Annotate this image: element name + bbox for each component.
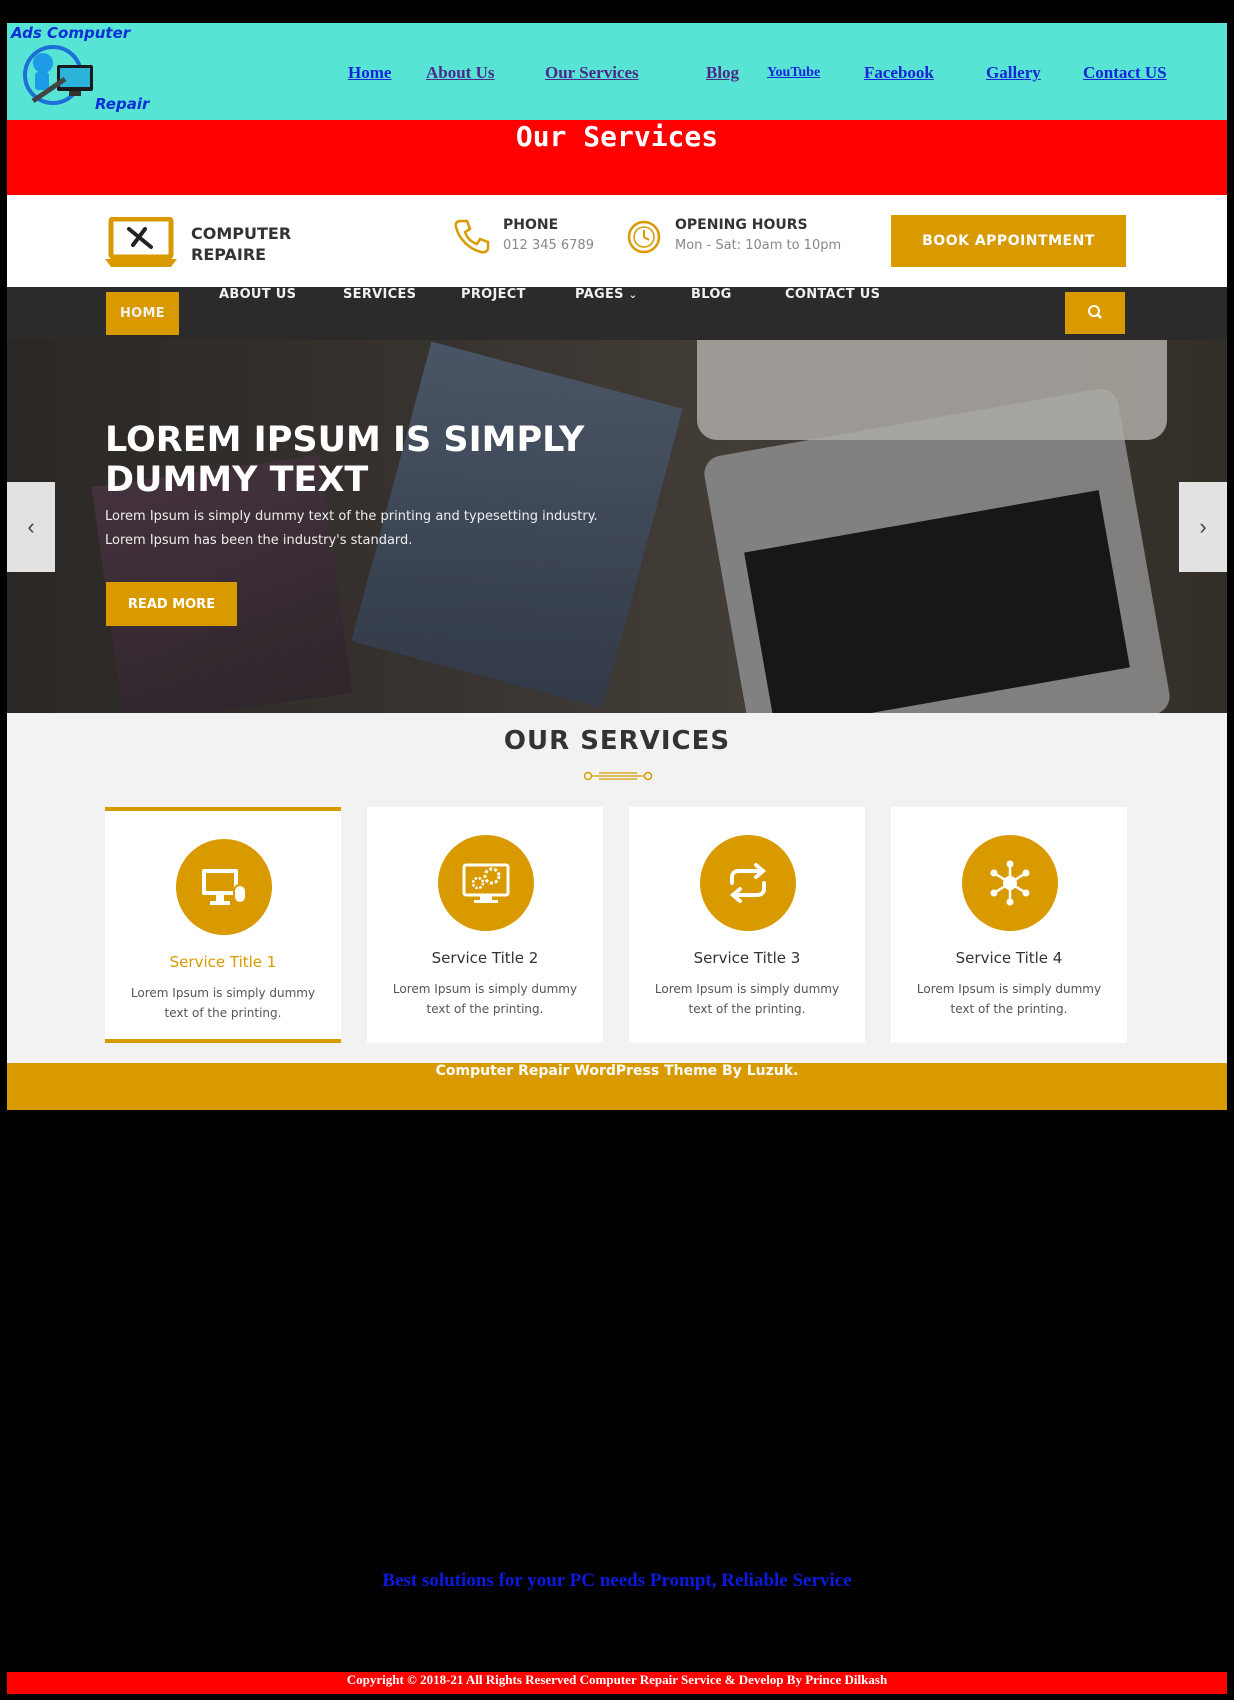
theme-brand: COMPUTER REPAIRE	[105, 216, 291, 273]
computer-repair-logo-icon	[23, 45, 93, 105]
slider-prev-button: ‹	[7, 482, 55, 572]
service-desc: Lorem Ipsum is simply dummy text of the …	[916, 982, 1102, 1016]
service-card-3: Service Title 3 Lorem Ipsum is simply du…	[629, 807, 865, 1043]
theme-footer-credit: Computer Repair WordPress Theme By Luzuk…	[7, 1063, 1227, 1110]
services-heading: OUR SERVICES	[503, 726, 731, 756]
service-card-4: Service Title 4 Lorem Ipsum is simply du…	[891, 807, 1127, 1043]
nav-facebook-link[interactable]: Facebook	[864, 63, 934, 83]
brand-line2: REPAIRE	[191, 245, 267, 264]
menu-blog: BLOG	[691, 287, 732, 302]
nav-contact-link[interactable]: Contact US	[1083, 63, 1167, 83]
search-icon	[1088, 305, 1102, 319]
menu-home: HOME	[106, 292, 179, 335]
service-icon-circle	[700, 835, 796, 931]
chevron-right-icon: ›	[1199, 514, 1207, 539]
hero-title: LOREM IPSUM IS SIMPLY DUMMY TEXT	[105, 420, 585, 500]
service-desc: Lorem Ipsum is simply dummy text of the …	[654, 982, 840, 1016]
network-nodes-icon	[990, 860, 1030, 906]
site-header: Ads Computer Repair Home About Us Our Se…	[7, 23, 1227, 120]
brand-line1: COMPUTER	[191, 224, 292, 243]
menu-services: SERVICES	[343, 287, 417, 302]
menu-pages-label: PAGES	[575, 287, 624, 302]
phone-title: PHONE	[503, 217, 559, 233]
phone-number: 012 345 6789	[503, 238, 594, 253]
hours-value: Mon - Sat: 10am to 10pm	[675, 238, 842, 253]
service-card-2: Service Title 2 Lorem Ipsum is simply du…	[367, 807, 603, 1043]
theme-preview-image: COMPUTER REPAIRE PHONE 012 345 6789 OPEN…	[7, 195, 1227, 1110]
nav-services-link[interactable]: Our Services	[545, 63, 639, 83]
desktop-mouse-icon	[202, 869, 247, 905]
theme-search-button	[1065, 292, 1125, 334]
clock-icon	[627, 220, 661, 254]
menu-project: PROJECT	[461, 287, 526, 302]
nav-gallery-link[interactable]: Gallery	[986, 63, 1041, 83]
service-icon-circle	[176, 839, 272, 935]
service-title: Service Title 4	[955, 949, 1063, 967]
service-desc: Lorem Ipsum is simply dummy text of the …	[392, 982, 578, 1016]
service-icon-circle	[962, 835, 1058, 931]
page-heading-banner: Our Services	[7, 120, 1227, 195]
theme-main-menu: HOME ABOUT US SERVICES PROJECT PAGES ⌄ B…	[7, 287, 1227, 340]
service-card-1: Service Title 1 Lorem Ipsum is simply du…	[105, 807, 341, 1043]
tagline-text: Best solutions for your PC needs Prompt,…	[382, 1570, 852, 1591]
sync-arrows-icon	[729, 863, 767, 903]
service-desc: Lorem Ipsum is simply dummy text of the …	[130, 986, 316, 1020]
services-section: OUR SERVICES Service Title 1 Lorem Ipsum…	[7, 713, 1227, 1063]
service-title: Service Title 1	[169, 953, 277, 971]
chevron-left-icon: ‹	[27, 514, 35, 539]
service-title: Service Title 3	[693, 949, 801, 967]
site-logo[interactable]: Ads Computer Repair	[9, 23, 149, 120]
service-icon-circle	[438, 835, 534, 931]
hours-title: OPENING HOURS	[675, 217, 808, 233]
monitor-gears-icon	[462, 863, 510, 903]
theme-info-bar: COMPUTER REPAIRE PHONE 012 345 6789 OPEN…	[7, 195, 1227, 287]
phone-icon	[454, 219, 490, 254]
page-title: Our Services	[515, 120, 719, 153]
nav-blog-link[interactable]: Blog	[706, 63, 739, 83]
menu-pages: PAGES ⌄	[575, 287, 637, 340]
logo-text-line2: Repair	[95, 95, 150, 113]
nav-home-link[interactable]: Home	[348, 63, 391, 83]
hero-slider: LOREM IPSUM IS SIMPLY DUMMY TEXT Lorem I…	[7, 340, 1227, 713]
read-more-button: READ MORE	[106, 582, 237, 626]
hero-text: Lorem Ipsum is simply dummy text of the …	[105, 509, 598, 548]
divider-ornament-icon	[583, 771, 653, 781]
slider-next-button: ›	[1179, 482, 1227, 572]
phone-block: PHONE 012 345 6789	[453, 217, 594, 259]
theme-brand-text: COMPUTER REPAIRE	[191, 223, 331, 265]
chevron-down-icon: ⌄	[628, 290, 638, 301]
nav-youtube-link[interactable]: YouTube	[767, 65, 820, 81]
laptop-wrench-icon	[105, 216, 177, 267]
service-title: Service Title 2	[431, 949, 539, 967]
menu-about: ABOUT US	[219, 287, 297, 302]
copyright-bar: Copyright © 2018-21 All Rights Reserved …	[7, 1672, 1227, 1694]
menu-contact: CONTACT US	[785, 287, 881, 302]
nav-about-link[interactable]: About Us	[426, 63, 495, 83]
hours-block: OPENING HOURS Mon - Sat: 10am to 10pm	[625, 217, 841, 259]
book-appointment-button: BOOK APPOINTMENT	[891, 215, 1126, 267]
